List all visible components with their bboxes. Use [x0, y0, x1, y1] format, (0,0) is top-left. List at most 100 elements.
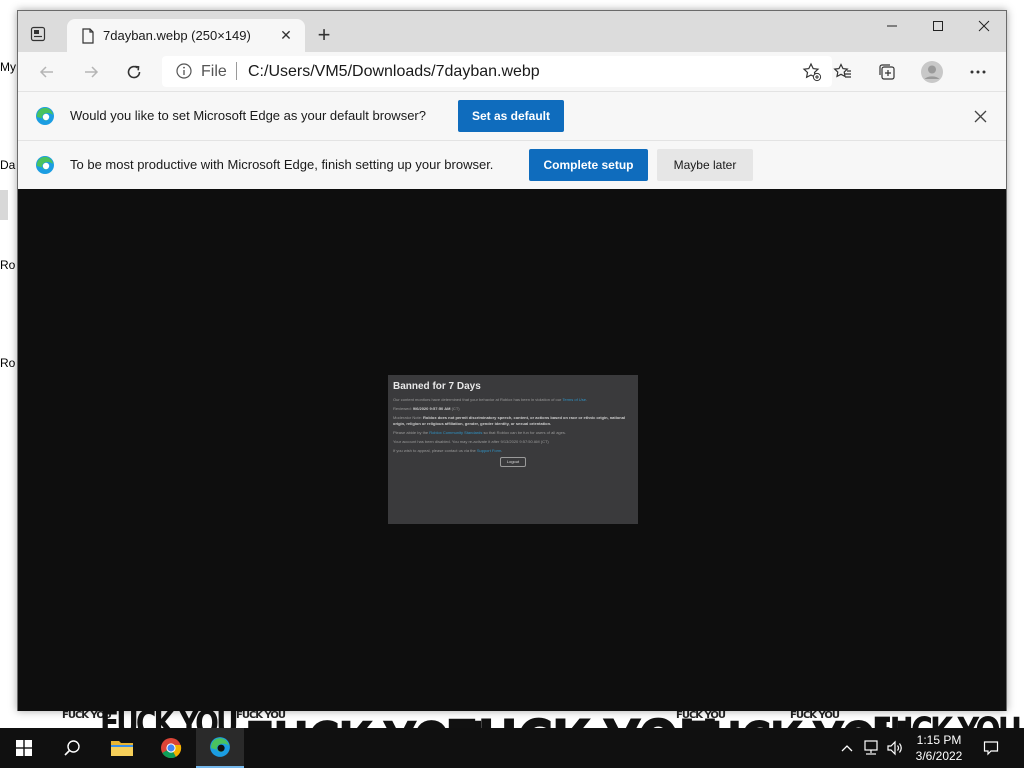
complete-setup-button[interactable]: Complete setup: [529, 149, 648, 181]
favorites-button[interactable]: [828, 57, 858, 87]
arrow-left-icon: [39, 66, 53, 78]
notifications-button[interactable]: [980, 728, 1002, 768]
ban-title: Banned for 7 Days: [393, 381, 481, 392]
document-icon: [82, 28, 94, 44]
ban-notice-image: Banned for 7 Days Our content monitors h…: [388, 375, 638, 524]
wallpaper-text: FUCK YOU: [872, 713, 1022, 728]
maybe-later-button[interactable]: Maybe later: [657, 149, 753, 181]
folder-icon: [111, 741, 133, 756]
image-viewer: Banned for 7 Days Our content monitors h…: [18, 189, 1006, 711]
collections-button[interactable]: [872, 57, 902, 87]
set-as-default-button[interactable]: Set as default: [458, 100, 564, 132]
moderator-note: Roblox does not permit discriminatory sp…: [393, 415, 626, 426]
reviewed-value: 9/6/2020 9:57:50 AM: [412, 406, 451, 411]
default-browser-infobar: Would you like to set Microsoft Edge as …: [18, 91, 1006, 140]
chrome-icon: [161, 738, 182, 759]
moderator-note-label: Moderator Note:: [393, 415, 422, 420]
minimize-button[interactable]: [869, 11, 915, 41]
refresh-button[interactable]: [119, 57, 149, 87]
tab-active[interactable]: 7dayban.webp (250×149) ✕: [67, 19, 305, 52]
address-url[interactable]: C:/Users/VM5/Downloads/7dayban.webp: [248, 63, 540, 81]
arrow-right-icon: [85, 66, 99, 78]
ban-paragraph: Reviewed: 9/6/2020 9:57:50 AM (CT): [393, 406, 633, 412]
clock-date: 3/6/2022: [915, 749, 963, 763]
forward-button[interactable]: [76, 57, 106, 87]
wallpaper-text: FUCK YOU: [790, 710, 840, 721]
infobar-message: Would you like to set Microsoft Edge as …: [70, 108, 426, 123]
chevron-up-icon: [841, 745, 853, 752]
ban-text: .: [585, 397, 588, 402]
notification-icon: [983, 741, 999, 756]
start-button[interactable]: [0, 728, 48, 768]
infobar-message: To be most productive with Microsoft Edg…: [70, 157, 494, 172]
windows-logo-icon: [16, 740, 32, 756]
navigation-toolbar: File C:/Users/VM5/Downloads/7dayban.webp: [18, 52, 1006, 91]
desktop-icon-label[interactable]: Da: [0, 158, 15, 172]
reviewed-timezone: (CT): [451, 406, 460, 411]
search-icon: [64, 740, 80, 756]
info-icon[interactable]: [176, 63, 192, 79]
avatar-icon: [921, 61, 943, 83]
network-button[interactable]: [860, 728, 882, 768]
back-button[interactable]: [32, 57, 62, 87]
ban-paragraph: Please abide by the Roblox Community Sta…: [393, 430, 633, 436]
ban-paragraph: Your account has been disabled. You may …: [393, 439, 549, 444]
tab-close-icon[interactable]: ✕: [277, 26, 295, 44]
add-favorite-icon[interactable]: [802, 62, 822, 82]
ban-paragraph: If you wish to appeal, please contact us…: [393, 448, 633, 454]
ban-paragraph: Our content monitors have determined tha…: [393, 397, 633, 403]
reviewed-label: Reviewed:: [393, 406, 412, 411]
terms-link: Terms of Use: [562, 397, 586, 402]
close-window-button[interactable]: [961, 11, 1007, 41]
profile-button[interactable]: [917, 57, 947, 87]
search-button[interactable]: [48, 728, 96, 768]
ban-paragraph: Moderator Note: Roblox does not permit d…: [393, 415, 633, 427]
volume-icon: [887, 740, 902, 756]
edge-taskbar-button[interactable]: [196, 728, 244, 768]
favorites-icon: [833, 63, 851, 78]
support-form-link: Support Form: [476, 448, 502, 453]
browser-window: 7dayban.webp (250×149) ✕ + File C:/Users…: [17, 10, 1007, 711]
minimize-icon: [887, 25, 897, 27]
desktop-icon-label[interactable]: Ro: [0, 356, 15, 370]
title-bar: 7dayban.webp (250×149) ✕ +: [18, 11, 1006, 52]
infobar-close-button[interactable]: [971, 107, 989, 125]
close-icon: [978, 20, 990, 32]
ban-text: so that Roblox can be fun for users of a…: [482, 430, 567, 435]
address-divider: [236, 62, 237, 80]
chrome-button[interactable]: [147, 728, 195, 768]
tab-actions-icon: [30, 26, 46, 42]
more-icon: [970, 70, 986, 74]
edge-logo-icon: [36, 156, 54, 174]
refresh-icon: [127, 65, 141, 79]
ban-text: .: [501, 448, 503, 453]
desktop-icon-label[interactable]: Ro: [0, 258, 15, 272]
tab-title: 7dayban.webp (250×149): [103, 28, 251, 43]
address-bar[interactable]: File C:/Users/VM5/Downloads/7dayban.webp: [162, 56, 832, 87]
new-tab-button[interactable]: +: [313, 22, 335, 47]
ban-text: Our content monitors have determined tha…: [393, 397, 563, 402]
tab-actions-menu-button[interactable]: [27, 23, 49, 45]
clock-time: 1:15 PM: [916, 733, 962, 747]
file-explorer-button[interactable]: [98, 728, 146, 768]
network-icon: [864, 740, 878, 755]
maximize-button[interactable]: [915, 11, 961, 41]
desktop-icon[interactable]: [0, 190, 8, 220]
edge-icon: [210, 737, 230, 757]
setup-infobar: To be most productive with Microsoft Edg…: [18, 140, 1006, 189]
taskbar: 1:15 PM 3/6/2022: [0, 728, 1024, 768]
address-scheme: File: [201, 63, 227, 80]
settings-menu-button[interactable]: [963, 57, 993, 87]
volume-button[interactable]: [884, 728, 906, 768]
edge-logo-icon: [36, 107, 54, 125]
collections-icon: [879, 64, 895, 80]
ban-text: If you wish to appeal, please contact us…: [393, 448, 477, 453]
maximize-icon: [933, 21, 943, 31]
clock[interactable]: 1:15 PM 3/6/2022: [908, 732, 970, 764]
show-hidden-icons-button[interactable]: [838, 728, 856, 768]
logout-button: Logout: [500, 457, 526, 467]
community-standards-link: Roblox Community Standards: [429, 430, 483, 435]
desktop-icon-label[interactable]: My: [0, 60, 16, 74]
ban-text: Please abide by the: [393, 430, 430, 435]
close-icon: [974, 110, 986, 122]
